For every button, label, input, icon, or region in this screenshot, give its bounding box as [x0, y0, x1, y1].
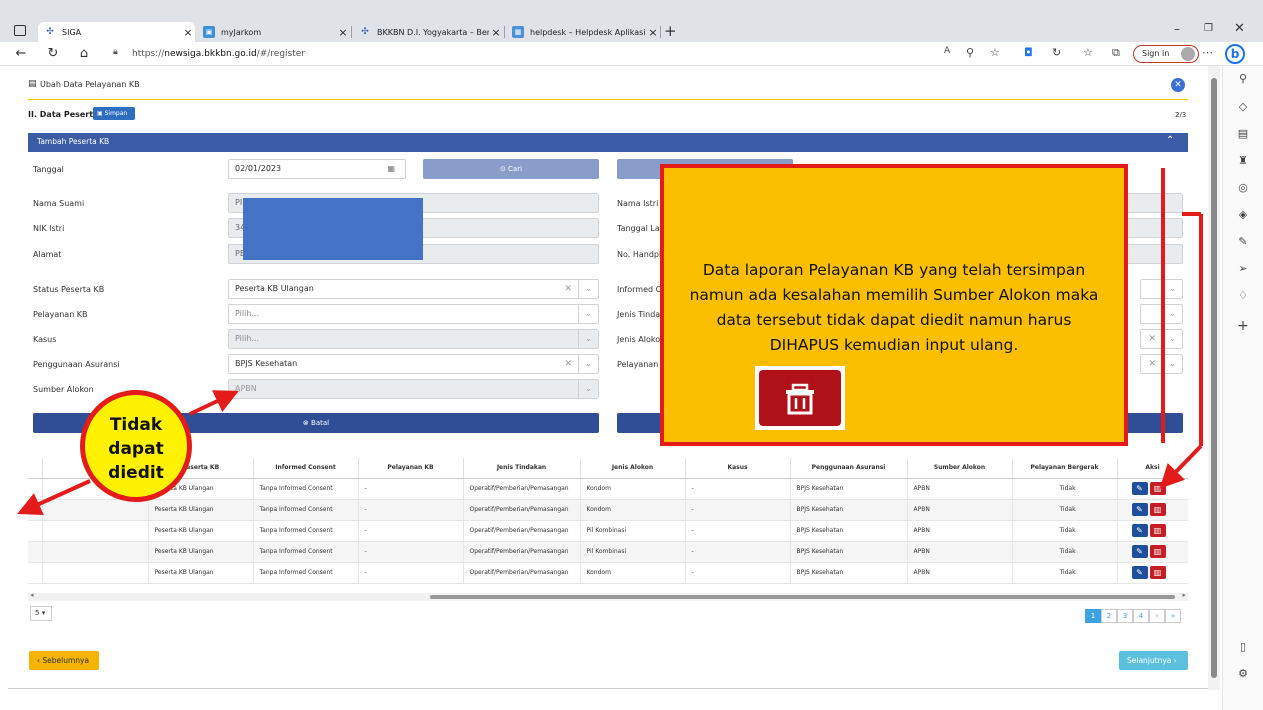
annotation-callout: Data laporan Pelayanan KB yang telah ter… [660, 164, 1128, 446]
annotation-bubble: Tidak dapat diedit [80, 390, 192, 502]
pointer-arrow-to-sumber [189, 390, 239, 416]
trash-icon [755, 366, 845, 430]
callout-text: Data laporan Pelayanan KB yang telah ter… [689, 261, 1099, 354]
pointer-arrow-to-row [17, 479, 91, 515]
pointer-arrow-to-delete [1159, 444, 1203, 489]
